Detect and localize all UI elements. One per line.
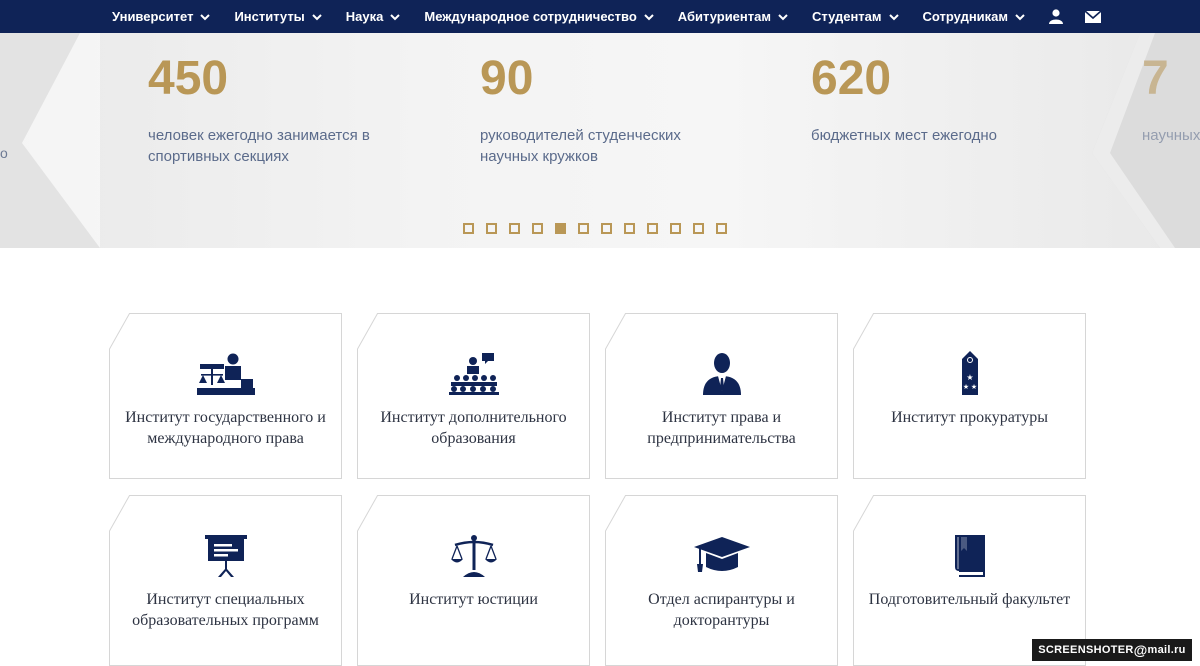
chevron-down-icon	[888, 13, 899, 20]
chevron-down-icon	[390, 13, 401, 20]
stat-label: руководителей студенческих научных кружк…	[480, 127, 681, 165]
book-icon	[953, 531, 987, 577]
presentation-board-icon	[204, 531, 247, 577]
carousel-dot[interactable]	[486, 223, 497, 234]
stat-value: 620	[811, 52, 892, 105]
carousel-dot[interactable]	[647, 223, 658, 234]
carousel-dot[interactable]	[578, 223, 589, 234]
card-frame	[109, 495, 342, 666]
nav-item-label: Наука	[345, 9, 384, 24]
carousel-pagination	[463, 223, 739, 234]
watermark-text: SCREENSHOTER	[1038, 644, 1134, 656]
stat-item: 90 руководителей студенческих научных кр…	[480, 53, 710, 167]
stats-carousel: о 450 человек ежегодно занимается в спор…	[0, 33, 1200, 248]
card-title: Институт прокуратуры	[891, 409, 1048, 426]
nav-item-institutes[interactable]: Институты	[234, 9, 322, 24]
svg-text:★: ★	[966, 373, 973, 382]
stat-item: 450 человек ежегодно занимается в спорти…	[148, 53, 398, 167]
card-title: Институт государственного и международно…	[125, 409, 326, 447]
institute-card[interactable]: Институт юстиции	[357, 495, 590, 666]
graduation-cap-icon	[693, 531, 750, 577]
carousel-dot[interactable]	[463, 223, 474, 234]
chevron-down-icon	[778, 13, 788, 20]
carousel-dot[interactable]	[624, 223, 635, 234]
carousel-dot[interactable]	[532, 223, 543, 234]
lawyer-desk-icon	[196, 349, 255, 395]
card-frame	[357, 495, 590, 666]
chevron-down-icon	[312, 13, 322, 20]
stat-label: бюджетных мест ежегодно	[811, 127, 998, 144]
card-frame	[109, 313, 342, 479]
nav-item-label: Абитуриентам	[677, 9, 771, 24]
carousel-dot[interactable]	[555, 223, 566, 234]
stat-label-fragment: о	[0, 145, 8, 161]
stat-value: 7	[1142, 52, 1169, 105]
scales-icon	[450, 531, 497, 577]
nav-item-label: Университет	[112, 9, 194, 24]
carousel-dot[interactable]	[670, 223, 681, 234]
institute-card[interactable]: Институт государственного и международно…	[109, 313, 342, 479]
card-frame	[357, 313, 590, 479]
nav-item-students[interactable]: Студентам	[812, 9, 899, 24]
stat-label: человек ежегодно занимается в спортивных…	[148, 127, 370, 165]
institute-card[interactable]: Институт права и предпринимательства	[605, 313, 838, 479]
chevron-down-icon	[644, 13, 654, 20]
chevron-down-icon	[1015, 13, 1025, 20]
nav-item-university[interactable]: Университет	[112, 9, 211, 24]
institute-card[interactable]: Институт специальных образовательных про…	[109, 495, 342, 666]
svg-text:★: ★	[962, 383, 968, 391]
card-frame	[853, 313, 1086, 479]
businessman-icon	[702, 349, 741, 395]
card-title: Институт юстиции	[409, 591, 538, 608]
institute-card[interactable]: Отдел аспирантуры и докторантуры	[605, 495, 838, 666]
carousel-dot[interactable]	[716, 223, 727, 234]
user-icon[interactable]	[1049, 9, 1064, 24]
card-title: Отдел аспирантуры и докторантуры	[648, 591, 795, 629]
stat-value: 90	[480, 52, 534, 105]
stat-value: 450	[148, 52, 229, 105]
nav-item-science[interactable]: Наука	[346, 9, 401, 24]
nav-item-international[interactable]: Международное сотрудничество	[424, 9, 654, 24]
mail-icon[interactable]	[1085, 10, 1102, 23]
institute-card[interactable]: Институт дополнительного образования	[357, 313, 590, 479]
stat-label: научных	[1142, 127, 1200, 144]
nav-item-applicants[interactable]: Абитуриентам	[678, 9, 788, 24]
card-frame	[605, 313, 838, 479]
nav-item-staff[interactable]: Сотрудникам	[923, 9, 1026, 24]
watermark-at: @	[1133, 642, 1148, 658]
nav-item-label: Международное сотрудничество	[424, 9, 637, 24]
nav-item-label: Сотрудникам	[922, 9, 1009, 24]
lecture-audience-icon	[448, 349, 499, 395]
stat-item: 620 бюджетных мест ежегодно	[811, 53, 1061, 146]
carousel-dot[interactable]	[509, 223, 520, 234]
top-navigation: Университет Институты Наука Международно…	[0, 0, 1200, 33]
stat-item: 7 научных	[1142, 53, 1200, 146]
institute-card[interactable]: ★ ★ ★ Институт прокуратуры	[853, 313, 1086, 479]
nav-item-label: Институты	[234, 9, 305, 24]
card-title: Институт права и предпринимательства	[647, 409, 796, 447]
svg-text:★: ★	[970, 383, 976, 391]
chevron-down-icon	[200, 13, 211, 20]
card-title: Институт специальных образовательных про…	[132, 591, 319, 629]
nav-item-label: Студентам	[811, 9, 882, 24]
card-title: Подготовительный факультет	[868, 591, 1071, 608]
carousel-dot[interactable]	[601, 223, 612, 234]
carousel-dot[interactable]	[693, 223, 704, 234]
screenshoter-watermark: SCREENSHOTER @ mail.ru	[1032, 639, 1192, 661]
card-frame	[605, 495, 838, 666]
watermark-domain: mail.ru	[1147, 644, 1186, 656]
shoulder-strap-icon: ★ ★ ★	[958, 349, 982, 395]
card-title: Институт дополнительного образования	[380, 409, 567, 447]
